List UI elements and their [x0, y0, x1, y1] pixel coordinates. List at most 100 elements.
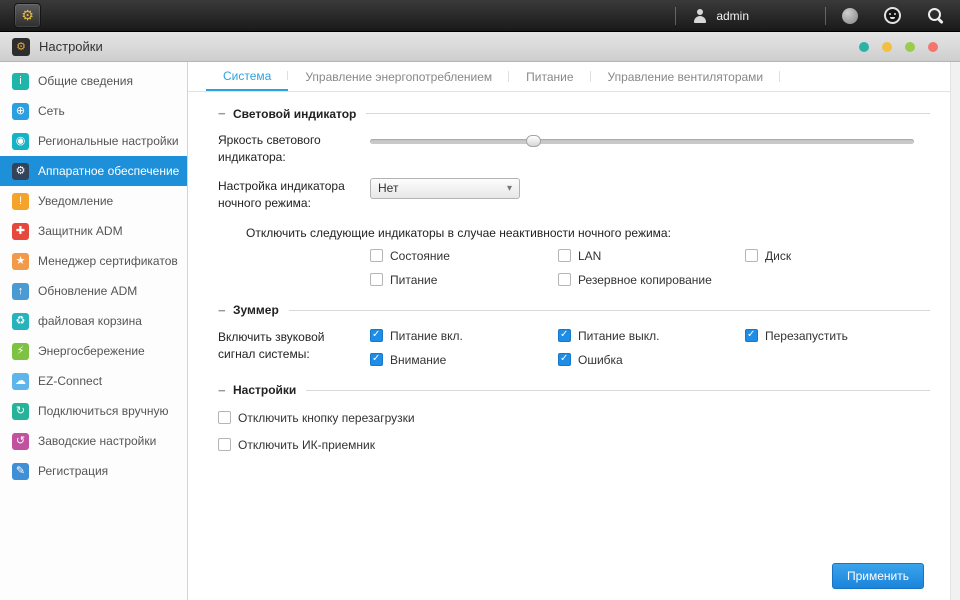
sidebar-item-factory-reset[interactable]: ↺ Заводские настройки [0, 426, 187, 456]
search-icon[interactable] [927, 7, 944, 24]
slider-handle[interactable] [526, 135, 542, 147]
tab-fan-control[interactable]: Управление вентиляторами [591, 62, 781, 91]
sidebar-item-energy[interactable]: ⚡ Энергосбережение [0, 336, 187, 366]
checkbox-disable-ir-receiver[interactable]: ✓ Отключить ИК-приемник [218, 438, 930, 452]
sidebar-item-label: EZ-Connect [38, 374, 103, 388]
checkbox-buzzer-power-on[interactable]: ✓ Питание вкл. [370, 329, 558, 343]
checkbox-buzzer-attention[interactable]: ✓ Внимание [370, 353, 558, 367]
checkbox-box: ✓ [370, 329, 383, 343]
sidebar-item-regional[interactable]: ◉ Региональные настройки [0, 126, 187, 156]
sidebar-item-notification[interactable]: ! Уведомление [0, 186, 187, 216]
topbar-separator [675, 6, 677, 25]
night-mode-select[interactable]: Нет ▾ [370, 177, 520, 199]
sidebar-item-certificates[interactable]: ★ Менеджер сертификатов [0, 246, 187, 276]
checkbox-box: ✓ [558, 273, 571, 287]
tab-system[interactable]: Система [206, 62, 289, 91]
checkbox-label: Перезапустить [765, 328, 848, 343]
user-icon[interactable] [692, 8, 708, 24]
apply-button[interactable]: Применить [831, 563, 924, 589]
night-disable-label: Отключить следующие индикаторы в случае … [246, 225, 671, 240]
checkbox-led-lan[interactable]: ✓ LAN [558, 249, 745, 263]
check-icon: ✓ [372, 329, 381, 341]
checkbox-label: Диск [765, 248, 792, 263]
hardware-icon: ⚙ [12, 162, 29, 180]
window-dot-yellow[interactable] [882, 41, 892, 52]
checkbox-label: Отключить кнопку перезагрузки [238, 410, 415, 425]
sidebar-item-registration[interactable]: ✎ Регистрация [0, 456, 187, 486]
buzzer-label: Включить звуковой сигнал системы: [218, 329, 325, 361]
checkbox-led-power[interactable]: ✓ Питание [370, 273, 558, 287]
screen: ⚙ admin ⚙ Настройки i Общие сведения ⊕ С… [0, 0, 960, 600]
checkbox-box: ✓ [370, 353, 383, 367]
settings-window: ⚙ Настройки i Общие сведения ⊕ Сеть ◉ Ре… [0, 32, 960, 600]
checkbox-box: ✓ [745, 329, 758, 343]
sidebar-item-label: Общие сведения [38, 74, 133, 88]
check-icon: ✓ [560, 353, 569, 365]
section-led-indicator: − Световой индикатор Яркость светового и… [218, 106, 930, 287]
checkbox-buzzer-restart[interactable]: ✓ Перезапустить [745, 329, 930, 343]
collapse-icon[interactable]: − [218, 303, 233, 318]
section-buzzer: − Зуммер Включить звуковой сигнал систем… [218, 303, 930, 367]
topbar-separator [825, 6, 826, 25]
checkbox-label: Отключить ИК-приемник [238, 437, 375, 452]
section-divider [366, 113, 930, 114]
checkbox-label: Состояние [390, 248, 450, 263]
brightness-row: Яркость светового индикатора: [218, 132, 930, 167]
window-dot-teal[interactable] [859, 41, 869, 52]
notification-icon: ! [12, 192, 29, 210]
slider-track [370, 139, 914, 144]
collapse-icon[interactable]: − [218, 383, 233, 398]
checkbox-box: ✓ [218, 411, 231, 425]
sidebar-item-label: Региональные настройки [38, 134, 179, 148]
region-icon: ◉ [12, 132, 29, 150]
buzzer-row: Включить звуковой сигнал системы: ✓ Пита… [218, 329, 930, 367]
sidebar-item-network[interactable]: ⊕ Сеть [0, 96, 187, 126]
checkbox-box: ✓ [558, 249, 571, 263]
section-header: − Зуммер [218, 303, 930, 318]
section-title: Световой индикатор [233, 106, 357, 121]
cloud-icon: ☁ [12, 372, 29, 390]
collapse-icon[interactable]: − [218, 106, 233, 121]
sidebar-item-general[interactable]: i Общие сведения [0, 66, 187, 96]
sidebar-item-adm-defender[interactable]: ✚ Защитник ADM [0, 216, 187, 246]
section-settings: − Настройки ✓ Отключить кнопку перезагру… [218, 383, 930, 452]
checkbox-label: Резервное копирование [578, 272, 712, 287]
sidebar-item-label: Энергосбережение [38, 344, 145, 358]
section-divider [306, 389, 930, 391]
brightness-slider[interactable] [370, 134, 914, 148]
settings-app-taskbar-icon[interactable]: ⚙ [14, 3, 41, 28]
notification-icon[interactable] [842, 7, 858, 24]
sidebar-item-hardware[interactable]: ⚙ Аппаратное обеспечение [0, 156, 187, 186]
section-title: Настройки [233, 383, 297, 398]
led-indicator-checkboxes: ✓ Состояние ✓ LAN ✓ Диск ✓ [370, 249, 930, 287]
window-title: Настройки [39, 39, 103, 54]
scrollbar[interactable] [950, 62, 960, 600]
window-dot-red[interactable] [928, 41, 938, 52]
checkbox-disable-reset-button[interactable]: ✓ Отключить кнопку перезагрузки [218, 411, 930, 425]
certificate-icon: ★ [12, 252, 29, 270]
checkbox-buzzer-power-off[interactable]: ✓ Питание выкл. [558, 329, 745, 343]
system-topbar: ⚙ admin [0, 0, 960, 32]
checkbox-led-backup[interactable]: ✓ Резервное копирование [558, 273, 745, 287]
recycle-bin-icon: ♻ [12, 312, 29, 330]
sidebar-item-adm-update[interactable]: ↑ Обновление ADM [0, 276, 187, 306]
checkbox-led-status[interactable]: ✓ Состояние [370, 249, 558, 263]
window-titlebar[interactable]: ⚙ Настройки [0, 32, 960, 62]
tab-content: − Световой индикатор Яркость светового и… [188, 92, 950, 600]
username-label[interactable]: admin [716, 9, 749, 23]
shield-icon: ✚ [12, 222, 29, 240]
sidebar-item-recycle-bin[interactable]: ♻ файловая корзина [0, 306, 187, 336]
tab-power[interactable]: Питание [509, 62, 591, 91]
checkbox-buzzer-error[interactable]: ✓ Ошибка [558, 353, 745, 367]
tab-power-management[interactable]: Управление энергопотреблением [288, 62, 509, 91]
update-icon: ↑ [12, 282, 29, 300]
sidebar-item-label: Заводские настройки [38, 434, 157, 448]
checkbox-led-disk[interactable]: ✓ Диск [745, 249, 930, 263]
sidebar-item-label: Сеть [38, 104, 65, 118]
check-icon: ✓ [747, 329, 756, 341]
sidebar-item-ez-connect[interactable]: ☁ EZ-Connect [0, 366, 187, 396]
feedback-icon[interactable] [884, 7, 901, 24]
buzzer-checkboxes: ✓ Питание вкл. ✓ Питание выкл. ✓ Перезап… [370, 329, 930, 367]
window-dot-green[interactable] [905, 41, 915, 52]
sidebar-item-manual-connect[interactable]: ↻ Подключиться вручную [0, 396, 187, 426]
